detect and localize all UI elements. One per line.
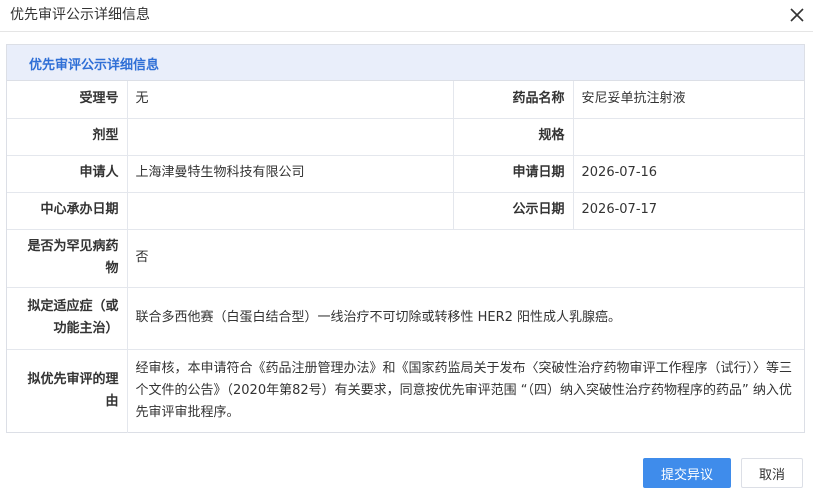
table-row: 剂型 规格 bbox=[7, 117, 804, 156]
accept-no-value: 无 bbox=[126, 81, 454, 119]
dialog-title-bar: 优先审评公示详细信息 bbox=[0, 0, 813, 32]
detail-panel: 优先审评公示详细信息 受理号 无 药品名称 安尼妥单抗注射液 剂型 规格 申请人… bbox=[6, 44, 805, 433]
center-date-value bbox=[126, 191, 454, 230]
reason-label: 拟优先审评的理由 bbox=[7, 348, 128, 433]
rare-disease-label: 是否为罕见病药物 bbox=[7, 228, 128, 288]
apply-date-value: 2026-07-16 bbox=[572, 154, 804, 193]
table-row: 受理号 无 药品名称 安尼妥单抗注射液 bbox=[7, 81, 804, 119]
applicant-label: 申请人 bbox=[7, 154, 128, 193]
drug-name-label: 药品名称 bbox=[452, 81, 574, 119]
spec-label: 规格 bbox=[452, 117, 574, 156]
center-date-label: 中心承办日期 bbox=[7, 191, 128, 230]
dialog-title: 优先审评公示详细信息 bbox=[10, 7, 150, 23]
submit-objection-button[interactable]: 提交异议 bbox=[643, 458, 731, 488]
rare-disease-value: 否 bbox=[126, 228, 804, 288]
reason-value: 经审核，本申请符合《药品注册管理办法》和《国家药监局关于发布〈突破性治疗药物审评… bbox=[126, 348, 804, 433]
table-row: 拟定适应症（或功能主治） 联合多西他赛（白蛋白结合型）一线治疗不可切除或转移性 … bbox=[7, 286, 804, 350]
close-icon bbox=[790, 8, 804, 22]
close-button[interactable] bbox=[786, 4, 808, 26]
accept-no-label: 受理号 bbox=[7, 81, 128, 119]
apply-date-label: 申请日期 bbox=[452, 154, 574, 193]
applicant-value: 上海津曼特生物科技有限公司 bbox=[126, 154, 454, 193]
detail-table: 受理号 无 药品名称 安尼妥单抗注射液 剂型 规格 申请人 上海津曼特生物科技有… bbox=[7, 81, 804, 433]
table-row: 中心承办日期 公示日期 2026-07-17 bbox=[7, 191, 804, 230]
detail-dialog: 优先审评公示详细信息 优先审评公示详细信息 受理号 无 药品名称 安尼妥单抗注射… bbox=[0, 0, 813, 493]
panel-header: 优先审评公示详细信息 bbox=[7, 45, 804, 81]
public-date-value: 2026-07-17 bbox=[572, 191, 804, 230]
cancel-button[interactable]: 取消 bbox=[741, 458, 803, 488]
table-row: 申请人 上海津曼特生物科技有限公司 申请日期 2026-07-16 bbox=[7, 154, 804, 193]
drug-name-value: 安尼妥单抗注射液 bbox=[572, 81, 804, 119]
table-row: 拟优先审评的理由 经审核，本申请符合《药品注册管理办法》和《国家药监局关于发布〈… bbox=[7, 348, 804, 433]
dosage-form-label: 剂型 bbox=[7, 117, 128, 156]
spec-value bbox=[572, 117, 804, 156]
table-row: 是否为罕见病药物 否 bbox=[7, 228, 804, 288]
dosage-form-value bbox=[126, 117, 454, 156]
public-date-label: 公示日期 bbox=[452, 191, 574, 230]
panel-title: 优先审评公示详细信息 bbox=[29, 58, 160, 73]
indication-label: 拟定适应症（或功能主治） bbox=[7, 286, 128, 350]
indication-value: 联合多西他赛（白蛋白结合型）一线治疗不可切除或转移性 HER2 阳性成人乳腺癌。 bbox=[126, 286, 804, 350]
